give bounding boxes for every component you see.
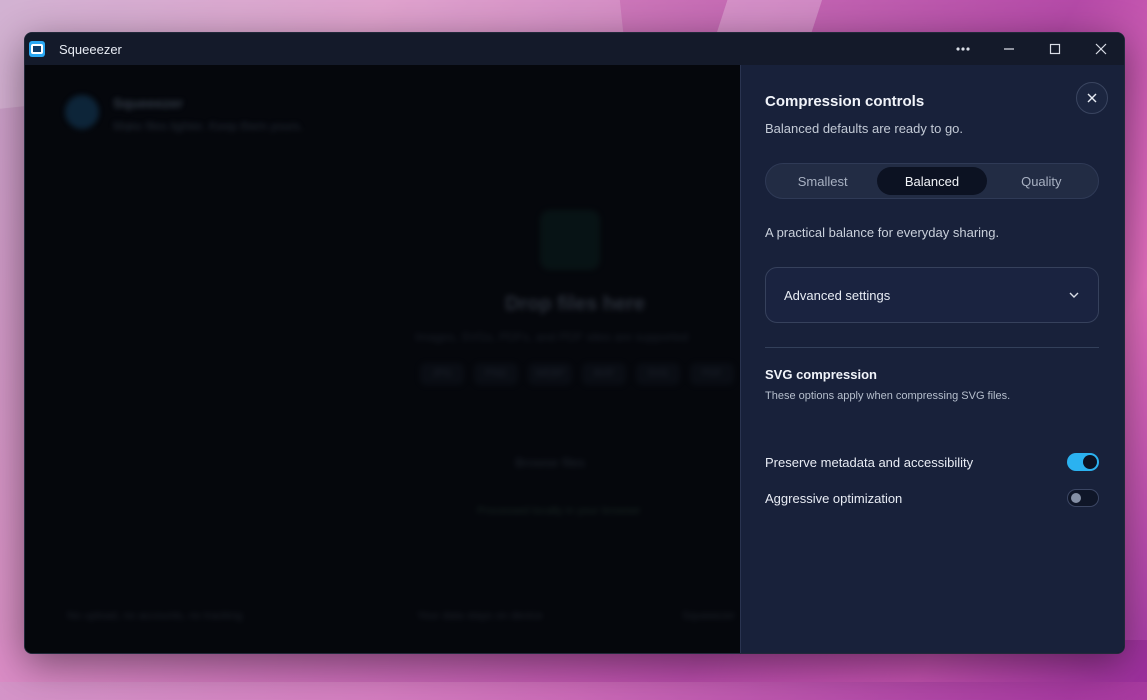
advanced-settings-toggle[interactable]: Advanced settings — [765, 267, 1099, 323]
panel-title: Compression controls — [765, 93, 925, 110]
format-chip: JPG — [420, 363, 464, 385]
preserve-metadata-toggle[interactable] — [1067, 453, 1099, 471]
preset-smallest[interactable]: Smallest — [768, 167, 877, 195]
processed-note: Processed locally in your browser — [477, 505, 641, 517]
close-icon — [1095, 43, 1107, 55]
window-controls — [940, 33, 1124, 65]
option-aggressive-optimization: Aggressive optimization — [765, 487, 1099, 509]
format-chip: AVIF — [582, 363, 626, 385]
app-logo-icon — [29, 41, 45, 57]
app-heading: Squeeezer — [113, 95, 184, 111]
preset-selector: Smallest Balanced Quality — [765, 163, 1099, 199]
preset-quality[interactable]: Quality — [987, 167, 1096, 195]
option-label: Aggressive optimization — [765, 490, 903, 506]
title-bar[interactable]: Squeeezer — [25, 33, 1124, 65]
chevron-down-icon — [1069, 292, 1079, 298]
main-content-dimmed[interactable]: Squeeezer Make files lighter. Keep them … — [25, 65, 740, 653]
format-chips: JPG PNG WEBP AVIF SVG PDF — [420, 363, 734, 385]
toggle-knob — [1071, 493, 1081, 503]
format-chip: WEBP — [528, 363, 572, 385]
compression-controls-panel: Compression controls Balanced defaults a… — [740, 65, 1124, 653]
drop-zone-title: Drop files here — [505, 293, 646, 315]
ellipsis-icon — [956, 47, 970, 51]
format-chip: PNG — [474, 363, 518, 385]
minimize-button[interactable] — [986, 33, 1032, 65]
maximize-icon — [1049, 43, 1061, 55]
svg-section-title: SVG compression — [765, 367, 877, 382]
close-icon — [1087, 93, 1097, 103]
toggle-knob — [1083, 455, 1097, 469]
svg-section-subtitle: These options apply when compressing SVG… — [765, 390, 1011, 402]
close-window-button[interactable] — [1078, 33, 1124, 65]
maximize-button[interactable] — [1032, 33, 1078, 65]
footer-note: Your data stays on device — [417, 610, 543, 622]
format-chip: PDF — [690, 363, 734, 385]
window-title: Squeeezer — [59, 41, 122, 57]
footer-note: Squeeezer — [682, 610, 736, 622]
footer-note: No upload, no accounts, no tracking — [67, 610, 243, 622]
browse-files-button: Browse files — [515, 455, 586, 470]
preset-balanced[interactable]: Balanced — [877, 167, 987, 195]
drop-zone-subtitle: Images, SVGs, PDFs, and PDF sites are su… — [415, 330, 689, 344]
format-chip: SVG — [636, 363, 680, 385]
preset-description: A practical balance for everyday sharing… — [765, 225, 1000, 240]
app-logo-icon — [65, 95, 99, 129]
aggressive-optimization-toggle[interactable] — [1067, 489, 1099, 507]
minimize-icon — [1004, 48, 1014, 50]
app-tagline: Make files lighter. Keep them yours. — [113, 119, 304, 133]
upload-icon — [540, 210, 600, 270]
blurred-background: Squeeezer Make files lighter. Keep them … — [25, 65, 740, 653]
more-options-button[interactable] — [940, 33, 986, 65]
option-label: Preserve metadata and accessibility — [765, 454, 974, 470]
section-divider — [765, 347, 1099, 348]
close-panel-button[interactable] — [1076, 82, 1108, 114]
app-window: Squeeezer Squeeezer Make files lighter. … — [24, 32, 1125, 654]
option-preserve-metadata: Preserve metadata and accessibility — [765, 451, 1099, 473]
panel-subtitle: Balanced defaults are ready to go. — [765, 121, 964, 136]
advanced-settings-label: Advanced settings — [784, 287, 891, 303]
